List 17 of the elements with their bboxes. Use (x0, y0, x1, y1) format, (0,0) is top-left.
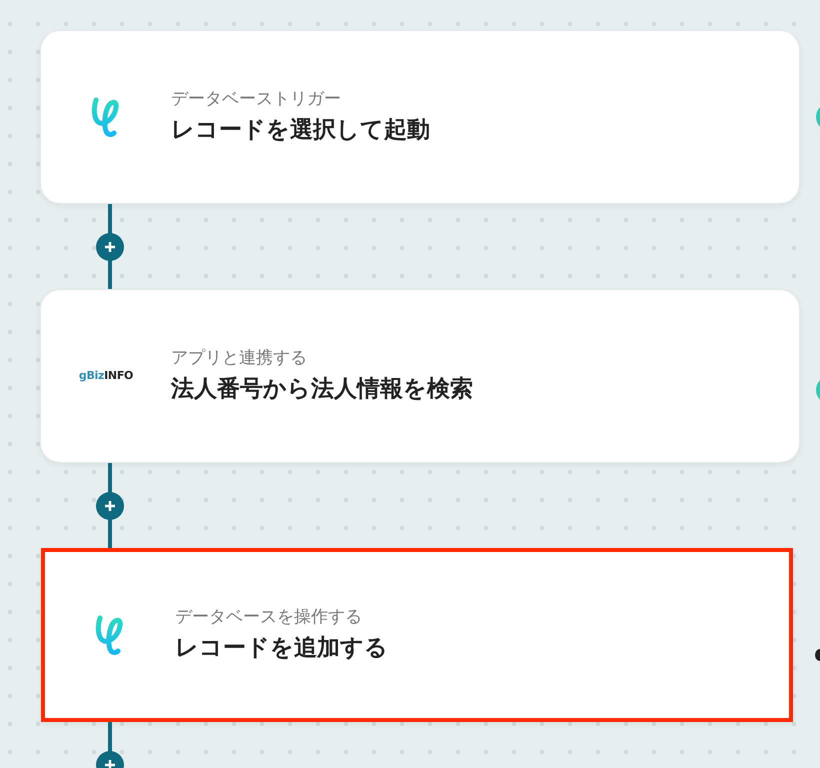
logo-icon (95, 613, 125, 657)
plus-icon (104, 758, 116, 768)
plus-icon (104, 240, 116, 252)
step-title: レコードを追加する (175, 635, 388, 663)
step-card[interactable]: データベーストリガー レコードを選択して起動 (40, 30, 800, 204)
app-logo: gBizINFO (78, 368, 134, 384)
add-step-button[interactable] (96, 492, 124, 520)
step-category: データベーストリガー (171, 89, 342, 110)
step-title: 法人番号から法人情報を検索 (171, 376, 473, 404)
step-category: データベースを操作する (175, 607, 363, 628)
add-step-button[interactable] (96, 232, 124, 260)
step-card[interactable]: データベースを操作する レコードを追加する (41, 548, 793, 722)
step-card[interactable]: gBizINFO アプリと連携する 法人番号から法人情報を検索 (40, 289, 800, 463)
step-category: アプリと連携する (171, 348, 308, 368)
step-title: レコードを選択して起動 (171, 117, 430, 145)
plus-icon (104, 500, 116, 512)
logo-icon (91, 95, 121, 139)
